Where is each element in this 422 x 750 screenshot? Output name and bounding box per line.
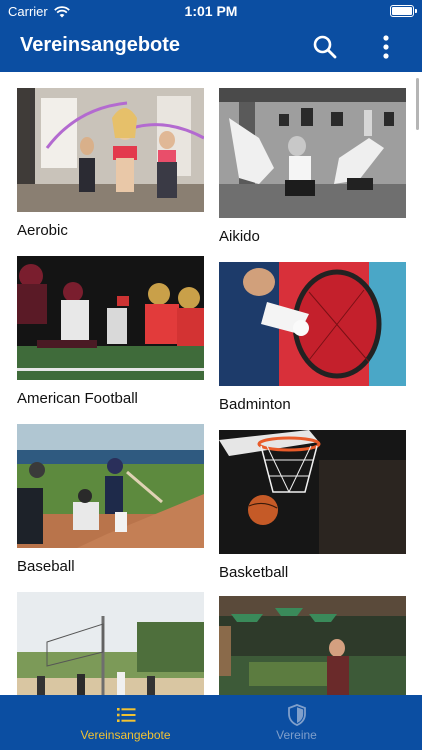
volleyball-image	[17, 592, 204, 695]
sport-label-aerobic: Aerobic	[17, 222, 68, 239]
sport-card-badminton[interactable]: Badminton	[219, 262, 406, 413]
sport-card-volleyball[interactable]	[17, 592, 204, 695]
tab-bar: Vereinsangebote Vereine	[0, 695, 422, 750]
sport-card-basketball[interactable]: Basketball	[219, 430, 406, 581]
sport-card-aikido[interactable]: Aikido	[219, 88, 406, 245]
sport-label-baseball: Baseball	[17, 558, 75, 575]
sport-card-american-football[interactable]: American Football	[17, 256, 204, 407]
search-icon[interactable]	[312, 34, 338, 60]
sport-label-basketball: Basketball	[219, 564, 289, 581]
sport-label-aikido: Aikido	[219, 228, 260, 245]
navigation-bar: Vereinsangebote	[0, 22, 422, 72]
sport-label-badminton: Badminton	[219, 396, 291, 413]
aerobic-image	[17, 88, 204, 212]
scroll-indicator[interactable]	[416, 78, 419, 130]
tab-label-vereine: Vereine	[276, 728, 317, 742]
aikido-image	[219, 88, 406, 218]
badminton-image	[219, 262, 406, 386]
top-bar: Carrier 1:01 PM Vereinsangebote	[0, 0, 422, 72]
sport-card-billiard[interactable]	[219, 596, 406, 695]
billiard-image	[219, 596, 406, 695]
basketball-image	[219, 430, 406, 554]
battery-icon	[390, 5, 417, 17]
status-time: 1:01 PM	[184, 3, 238, 19]
sport-card-aerobic[interactable]: Aerobic	[17, 88, 204, 239]
sport-label-american-football: American Football	[17, 390, 138, 407]
more-vertical-icon[interactable]	[376, 34, 396, 60]
sports-grid: Aerobic Aikido American Football Badmint…	[0, 72, 422, 695]
shield-icon	[287, 704, 306, 726]
page-title: Vereinsangebote	[20, 34, 181, 56]
status-bar: Carrier 1:01 PM	[0, 0, 422, 22]
tab-vereine[interactable]: Vereine	[191, 695, 402, 750]
sport-card-baseball[interactable]: Baseball	[17, 424, 204, 575]
american-football-image	[17, 256, 204, 380]
baseball-image	[17, 424, 204, 548]
list-icon	[116, 708, 135, 722]
